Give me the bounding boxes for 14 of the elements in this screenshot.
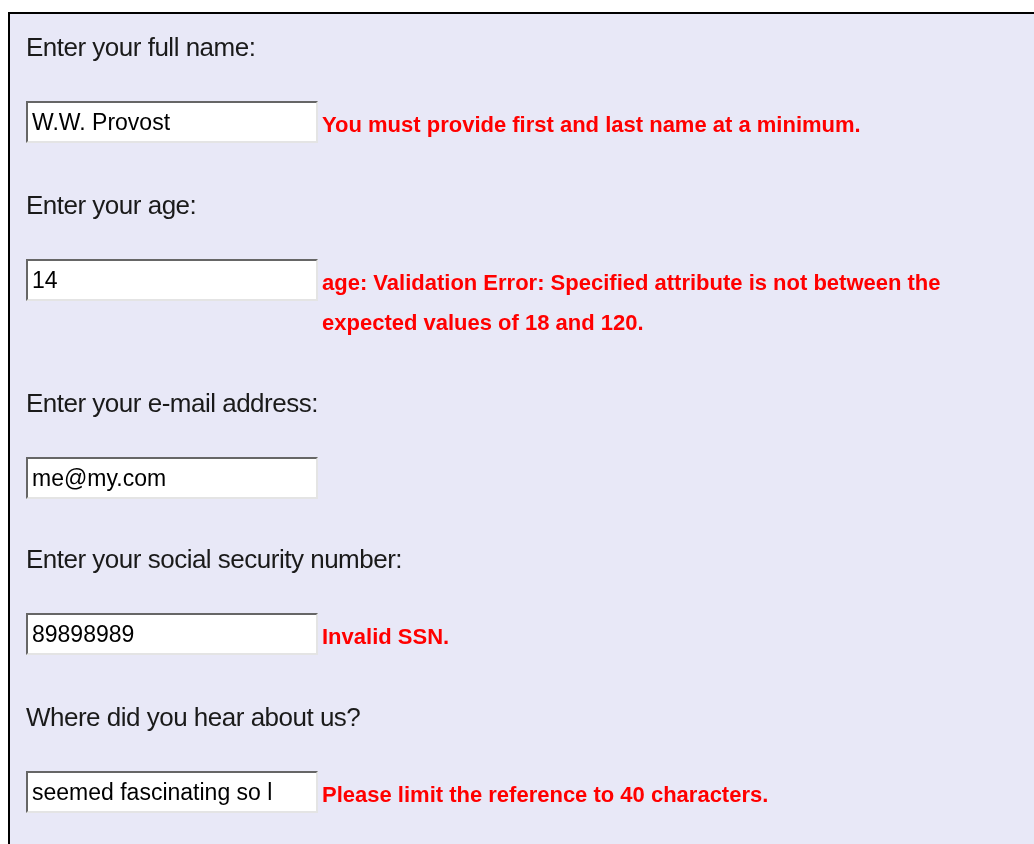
field-label: Enter your e-mail address:	[26, 387, 318, 420]
input-field[interactable]: W.W. Provost	[26, 101, 318, 143]
field-label: Enter your age:	[26, 189, 197, 222]
field-label: Where did you hear about us?	[26, 701, 361, 734]
error-message: Please limit the reference to 40 characters.	[322, 781, 770, 809]
input-field[interactable]: 89898989	[26, 613, 318, 655]
error-message: age: Validation Error: Specified attribute is not between the expected values of 18 and 120.	[322, 269, 942, 337]
field-label: Enter your social security number:	[26, 543, 403, 576]
error-message: Invalid SSN.	[322, 623, 451, 651]
input-field[interactable]: me@my.com	[26, 457, 318, 499]
input-field[interactable]: seemed fascinating so l	[26, 771, 318, 813]
field-label: Enter your full name:	[26, 31, 256, 64]
error-message: You must provide first and last name at a minimum.	[322, 111, 862, 139]
input-field[interactable]: 14	[26, 259, 318, 301]
